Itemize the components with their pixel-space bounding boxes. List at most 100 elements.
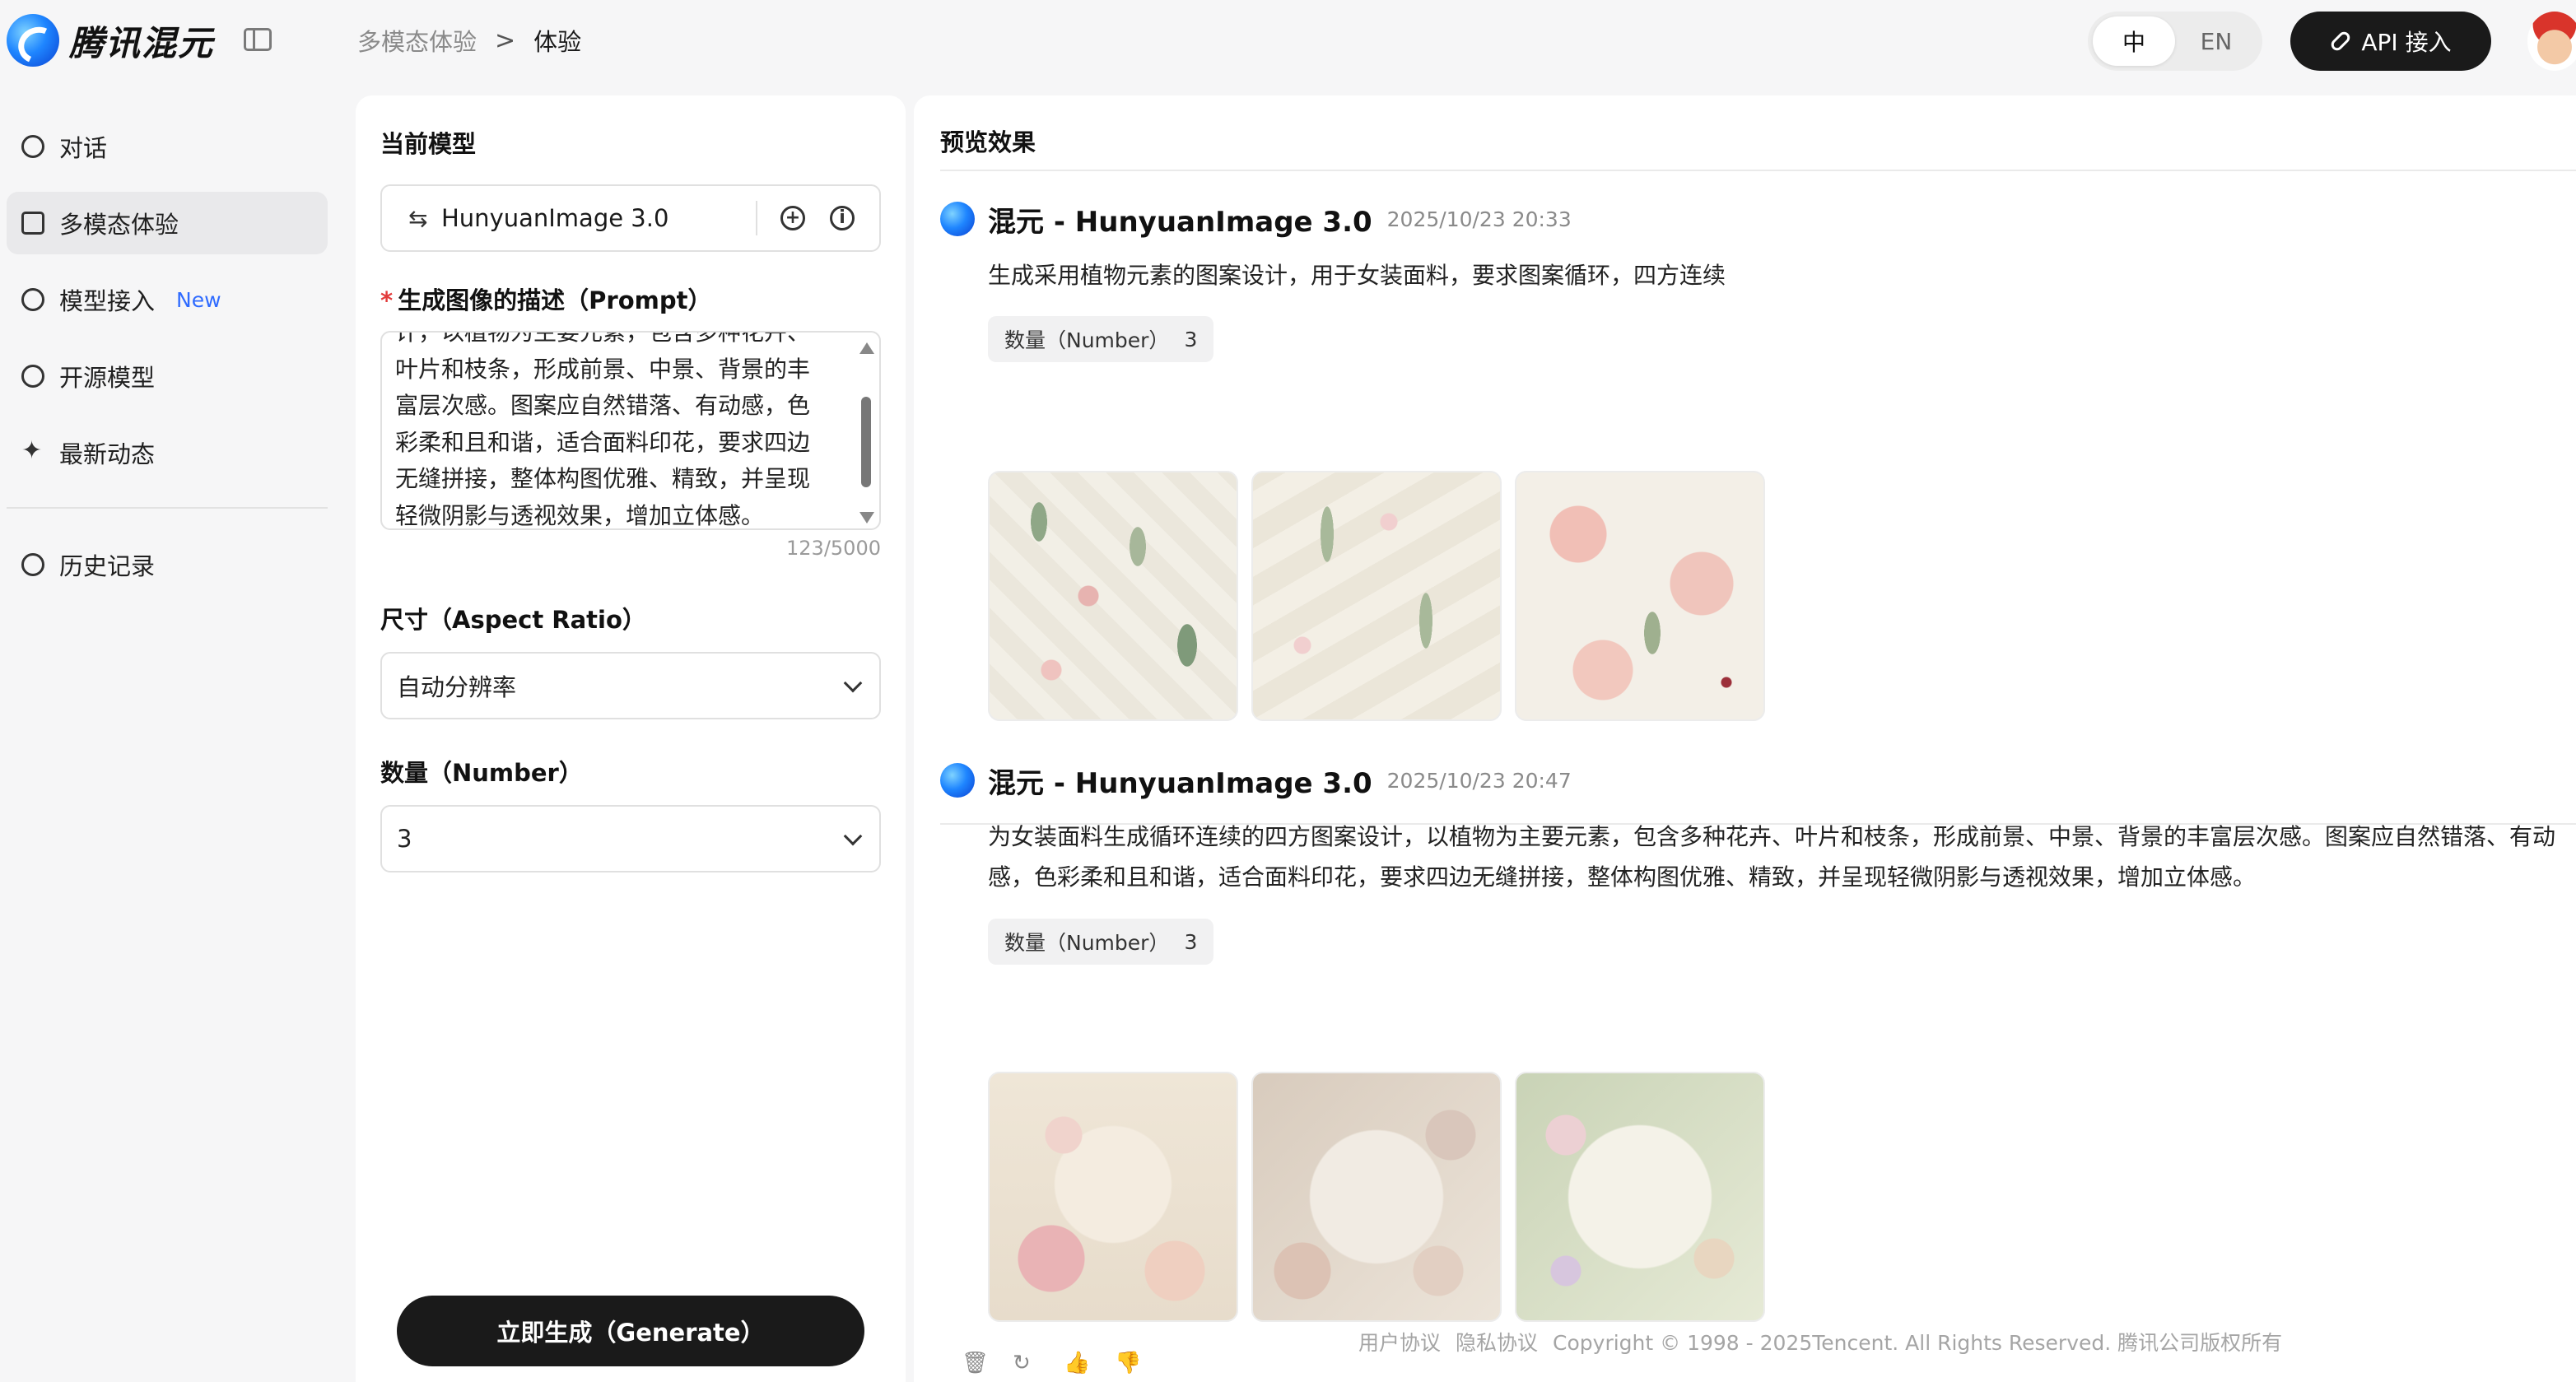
- result-header: 混元 - HunyuanImage 3.0 2025/10/23 20:33: [940, 199, 1572, 239]
- sidebar-toggle-icon[interactable]: [244, 28, 272, 51]
- api-access-label: API 接入: [2361, 29, 2452, 56]
- model-section-title: 当前模型: [380, 130, 477, 158]
- scroll-thumb[interactable]: [861, 397, 871, 487]
- prompt-title-text: 生成图像的描述（Prompt）: [398, 286, 712, 314]
- result-timestamp: 2025/10/23 20:47: [1386, 768, 1572, 793]
- number-select[interactable]: 3: [380, 805, 881, 872]
- model-selector[interactable]: ⇆ HunyuanImage 3.0 + i: [380, 184, 881, 252]
- size-section-title: 尺寸（Aspect Ratio）: [380, 606, 646, 634]
- scrollbar[interactable]: [858, 339, 874, 523]
- hunyuan-logo-icon: [940, 202, 975, 236]
- chat-icon: [21, 135, 44, 158]
- info-icon[interactable]: i: [830, 206, 855, 230]
- lang-zh-option[interactable]: 中: [2093, 16, 2175, 66]
- generated-image[interactable]: [1251, 471, 1502, 721]
- hunyuan-logo-icon: [940, 763, 975, 798]
- number-select-value: 3: [397, 825, 412, 853]
- breadcrumb-parent[interactable]: 多模态体验: [357, 23, 477, 58]
- thumbs-down-icon[interactable]: 👎: [1115, 1352, 1141, 1375]
- number-section-title: 数量（Number）: [380, 759, 583, 787]
- sidebar-item-open-source[interactable]: 开源模型: [7, 345, 328, 407]
- sidebar-nav: 对话 多模态体验 模型接入 New 开源模型 最新动态 历史记录: [7, 115, 328, 610]
- generated-image[interactable]: [988, 471, 1238, 721]
- hunyuan-logo-icon: [7, 14, 59, 67]
- history-icon: [21, 553, 44, 576]
- image-grid: [988, 471, 1765, 721]
- footer: 用户协议 隐私协议 Copyright © 1998 - 2025Tencent…: [1358, 1327, 2282, 1356]
- sidebar-item-label: 多模态体验: [59, 211, 179, 239]
- result-prompt: 为女装面料生成循环连续的四方图案设计，以植物为主要元素，包含多种花卉、叶片和枝条…: [988, 823, 2556, 891]
- divider: [940, 170, 2576, 171]
- chevron-right-icon: >: [495, 26, 516, 55]
- result-title: 混元 - HunyuanImage 3.0: [988, 766, 1372, 800]
- result-timestamp: 2025/10/23 20:33: [1386, 207, 1572, 231]
- tag-value: 3: [1184, 327, 1198, 351]
- generated-image[interactable]: [1515, 1072, 1765, 1322]
- sidebar-item-label: 开源模型: [59, 364, 156, 392]
- sidebar-item-label: 模型接入: [59, 287, 156, 315]
- breadcrumb-current: 体验: [533, 28, 582, 56]
- delete-icon[interactable]: 🗑: [962, 1352, 989, 1375]
- privacy-link[interactable]: 隐私协议: [1456, 1327, 1538, 1356]
- scroll-down-icon[interactable]: [859, 512, 874, 523]
- copyright-text: Copyright © 1998 - 2025Tencent. All Righ…: [1553, 1331, 2283, 1355]
- breadcrumb: 多模态体验 > 体验: [357, 23, 581, 58]
- generated-image[interactable]: [1515, 471, 1765, 721]
- api-access-button[interactable]: API 接入: [2290, 12, 2491, 71]
- sidebar-item-label: 历史记录: [59, 552, 156, 580]
- prompt-text[interactable]: 计，以植物为主要元素，包含多种花卉、叶片和枝条，形成前景、中景、背景的丰富层次感…: [395, 333, 831, 528]
- image-grid: [988, 1072, 1765, 1322]
- avatar[interactable]: [2527, 12, 2576, 71]
- open-source-icon: [21, 365, 44, 388]
- nav-divider: [7, 507, 328, 509]
- prompt-section-title: * 生成图像的描述（Prompt）: [380, 282, 712, 316]
- tag-label: 数量（Number）: [1004, 931, 1170, 955]
- regenerate-icon[interactable]: ↻: [1013, 1352, 1039, 1375]
- model-name: HunyuanImage 3.0: [441, 204, 669, 232]
- chevron-down-icon: [843, 826, 863, 846]
- result-title: 混元 - HunyuanImage 3.0: [988, 205, 1372, 239]
- logo[interactable]: 腾讯混元: [7, 12, 214, 69]
- result-prompt: 生成采用植物元素的图案设计，用于女装面料，要求图案循环，四方连续: [988, 262, 1726, 289]
- generate-button[interactable]: 立即生成（Generate）: [397, 1296, 864, 1366]
- sidebar-item-chat[interactable]: 对话: [7, 115, 328, 178]
- sparkle-icon: [21, 436, 44, 465]
- divider: [756, 201, 757, 235]
- image-icon: [21, 212, 44, 235]
- result-header: 混元 - HunyuanImage 3.0 2025/10/23 20:47: [940, 761, 1572, 800]
- size-select-value: 自动分辨率: [397, 673, 517, 701]
- swap-icon[interactable]: ⇆: [408, 205, 431, 232]
- link-icon: [2329, 29, 2353, 54]
- tag-value: 3: [1184, 929, 1198, 954]
- sidebar-item-news[interactable]: 最新动态: [7, 421, 328, 484]
- result-actions: 🗑 ↻ 👍 👎: [962, 1352, 1141, 1375]
- size-select[interactable]: 自动分辨率: [380, 652, 881, 719]
- sidebar-item-multimodal[interactable]: 多模态体验: [7, 192, 328, 254]
- chevron-down-icon: [843, 673, 863, 693]
- preview-title: 预览效果: [940, 128, 1036, 156]
- tag-label: 数量（Number）: [1004, 328, 1170, 352]
- generated-image[interactable]: [1251, 1072, 1502, 1322]
- required-mark: *: [380, 286, 394, 314]
- user-agreement-link[interactable]: 用户协议: [1358, 1327, 1441, 1356]
- number-tag: 数量（Number） 3: [988, 316, 1214, 362]
- prompt-counter: 123/5000: [786, 537, 881, 560]
- language-switch: 中 EN: [2088, 12, 2262, 71]
- sidebar-item-history[interactable]: 历史记录: [7, 533, 328, 596]
- sidebar-item-model-access[interactable]: 模型接入 New: [7, 268, 328, 331]
- logo-text: 腾讯混元: [69, 22, 215, 63]
- preview-panel: 预览效果 混元 - HunyuanImage 3.0 2025/10/23 20…: [914, 95, 2576, 1382]
- new-badge: New: [176, 287, 221, 312]
- prompt-textarea[interactable]: 计，以植物为主要元素，包含多种花卉、叶片和枝条，形成前景、中景、背景的丰富层次感…: [380, 331, 881, 530]
- top-bar: 腾讯混元 多模态体验 > 体验 中 EN API 接入: [0, 0, 2576, 82]
- sidebar-item-label: 最新动态: [59, 440, 156, 468]
- config-panel: 当前模型 ⇆ HunyuanImage 3.0 + i * 生成图像的描述（Pro…: [356, 95, 906, 1382]
- model-link-icon: [21, 288, 44, 311]
- sidebar-item-label: 对话: [59, 134, 108, 162]
- thumbs-up-icon[interactable]: 👍: [1064, 1352, 1090, 1375]
- number-tag: 数量（Number） 3: [988, 919, 1214, 965]
- scroll-up-icon[interactable]: [859, 342, 874, 354]
- generated-image[interactable]: [988, 1072, 1238, 1322]
- add-circle-icon[interactable]: +: [780, 206, 805, 230]
- lang-en-option[interactable]: EN: [2175, 16, 2257, 66]
